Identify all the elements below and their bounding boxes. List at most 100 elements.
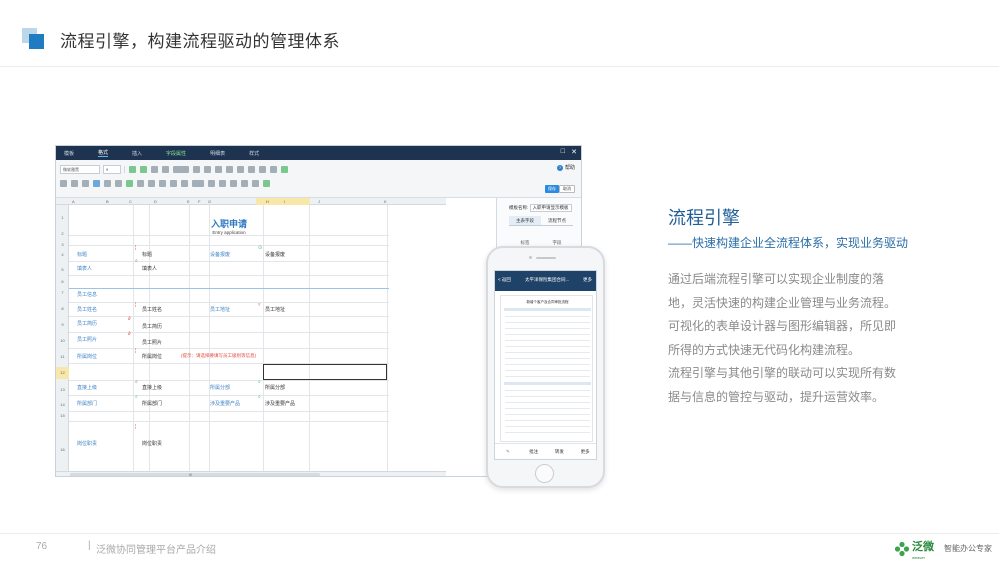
row-header[interactable]: 6 [56, 279, 69, 284]
cut-icon[interactable] [215, 165, 222, 173]
italic-icon[interactable] [71, 179, 78, 187]
form-title[interactable]: 入职申请 [69, 217, 389, 230]
phone-more-button[interactable]: 更多 [583, 277, 592, 283]
grid-icon[interactable] [204, 165, 211, 173]
close-icon[interactable]: ✕ [571, 148, 577, 156]
menu-item-field-props[interactable]: 字段属性 [166, 150, 186, 157]
format-painter-icon[interactable] [259, 165, 266, 173]
split-cells-icon[interactable] [248, 165, 255, 173]
valign-bottom-icon[interactable] [148, 179, 155, 187]
cell-duty-label[interactable]: 岗位职责 [77, 440, 97, 447]
cell-section-employee[interactable]: 员工信息 [77, 291, 97, 298]
phone-forward-button[interactable]: 转发 [547, 449, 573, 455]
menu-item-insert[interactable]: 插入 [132, 150, 142, 157]
grid-toggle-icon[interactable] [281, 165, 288, 173]
row-header[interactable]: 3 [56, 242, 69, 247]
align-center-icon[interactable] [140, 165, 147, 173]
pin-icon[interactable] [252, 179, 259, 187]
fill-color-icon[interactable] [104, 179, 111, 187]
font-color-icon[interactable] [93, 179, 100, 187]
phone-edit-icon[interactable]: ✎ [495, 449, 521, 455]
help-link[interactable]: ? 帮助 [556, 164, 575, 171]
col-header[interactable]: C [129, 198, 132, 205]
tab-flow-nodes[interactable]: 流程节点 [541, 216, 573, 225]
justify-icon[interactable] [162, 165, 169, 173]
filter-icon[interactable] [226, 165, 233, 173]
col-header[interactable]: G [208, 198, 211, 205]
row-header[interactable]: 1 [56, 215, 69, 220]
cell-supervisor-value[interactable]: 直接上级 [142, 384, 162, 391]
scrollbar-thumb[interactable] [70, 473, 320, 476]
row-header-selected[interactable]: 12 [56, 367, 69, 379]
cell-name-value[interactable]: 员工姓名 [142, 306, 162, 313]
cell-department-label[interactable]: 所属部门 [77, 400, 97, 407]
cell-device-label[interactable]: 设备报废 [210, 251, 230, 258]
cell-photo-label[interactable]: 员工照片 [77, 336, 97, 343]
form-grid[interactable]: 入职申请 Entry application 标题 标题 设备报废 设备报废 填… [69, 205, 389, 471]
col-header[interactable]: I [284, 198, 285, 205]
col-header[interactable]: A [72, 198, 75, 205]
indent-icon[interactable] [159, 179, 166, 187]
horizontal-scrollbar[interactable]: ||| [56, 471, 446, 476]
row-header[interactable]: 5 [56, 267, 69, 272]
save-button[interactable]: 保存 [545, 185, 559, 193]
merge-cells-icon[interactable] [237, 165, 244, 173]
row-header[interactable]: 16 [56, 447, 69, 452]
cancel-button[interactable]: 取消 [559, 185, 575, 193]
selected-cell[interactable] [263, 364, 387, 380]
sort-icon[interactable] [208, 179, 215, 187]
row-header[interactable]: 15 [56, 413, 69, 418]
maximize-icon[interactable]: □ [561, 148, 565, 155]
cell-filler-label[interactable]: 填表人 [77, 265, 92, 272]
border-style-icon[interactable] [173, 165, 189, 173]
checkbox-icon[interactable] [241, 179, 248, 187]
table-icon[interactable] [170, 179, 177, 187]
image-icon[interactable] [230, 179, 237, 187]
bold-icon[interactable] [60, 179, 67, 187]
cell-post-label[interactable]: 所属岗位 [77, 353, 97, 360]
row-header[interactable]: 4 [56, 252, 69, 257]
cell-title-value[interactable]: 标题 [142, 251, 152, 258]
cell-supervisor-label[interactable]: 直接上级 [77, 384, 97, 391]
cell-place-value[interactable]: 员工地址 [265, 306, 285, 313]
row-header[interactable]: 7 [56, 290, 69, 295]
row-header[interactable]: 13 [56, 387, 69, 392]
cell-resume-value[interactable]: 员工简历 [142, 323, 162, 330]
row-header[interactable]: 14 [56, 402, 69, 407]
underline-icon[interactable] [82, 179, 89, 187]
color-select-icon[interactable] [192, 179, 204, 187]
phone-comment-button[interactable]: 批注 [521, 449, 547, 455]
col-header[interactable]: K [384, 198, 387, 205]
col-header[interactable]: F [198, 198, 200, 205]
align-left-icon[interactable] [129, 165, 136, 173]
row-header[interactable]: 9 [56, 322, 69, 327]
col-header[interactable]: D [154, 198, 157, 205]
cell-name-label[interactable]: 员工姓名 [77, 306, 97, 313]
insert-column-icon[interactable] [270, 165, 277, 173]
cell-device-value[interactable]: 设备报废 [265, 251, 285, 258]
cell-filler-value[interactable]: 填表人 [142, 265, 157, 272]
spreadsheet-area[interactable]: A B C D E F G H I J K 1 2 3 4 5 6 7 8 9 … [56, 198, 446, 476]
phone-form-document[interactable]: 新增个客户及合同审批流程 [500, 295, 593, 442]
font-size-select[interactable]: 9 [103, 164, 121, 174]
row-header[interactable]: 10 [56, 338, 69, 343]
col-header[interactable]: J [318, 198, 320, 205]
cell-duty-value[interactable]: 岗位职责 [142, 440, 162, 447]
template-name-field[interactable]: 入职申请显示模板 [529, 204, 572, 212]
font-family-select[interactable]: 微软雅黑 [60, 164, 100, 174]
valign-top-icon[interactable] [126, 179, 133, 187]
menu-item-detail-table[interactable]: 明细表 [210, 150, 225, 157]
cell-department-value[interactable]: 所属部门 [142, 400, 162, 407]
col-header[interactable]: B [106, 198, 109, 205]
cell-photo-value[interactable]: 员工照片 [142, 339, 162, 346]
form-subtitle[interactable]: Entry application [69, 230, 389, 235]
cell-division-label[interactable]: 所属分部 [210, 384, 230, 391]
cell-post-value[interactable]: 所属岗位 [142, 353, 162, 360]
cell-division-value[interactable]: 所属分部 [265, 384, 285, 391]
brush-icon[interactable] [181, 179, 188, 187]
cell-post-hint[interactable]: (提示：请选择要填写员工级别等信息) [181, 353, 256, 359]
menu-item-format[interactable]: 格式 [98, 149, 109, 157]
col-header[interactable]: E [187, 198, 190, 205]
border-color-icon[interactable] [193, 165, 200, 173]
menu-item-template[interactable]: 模板 [64, 150, 74, 157]
